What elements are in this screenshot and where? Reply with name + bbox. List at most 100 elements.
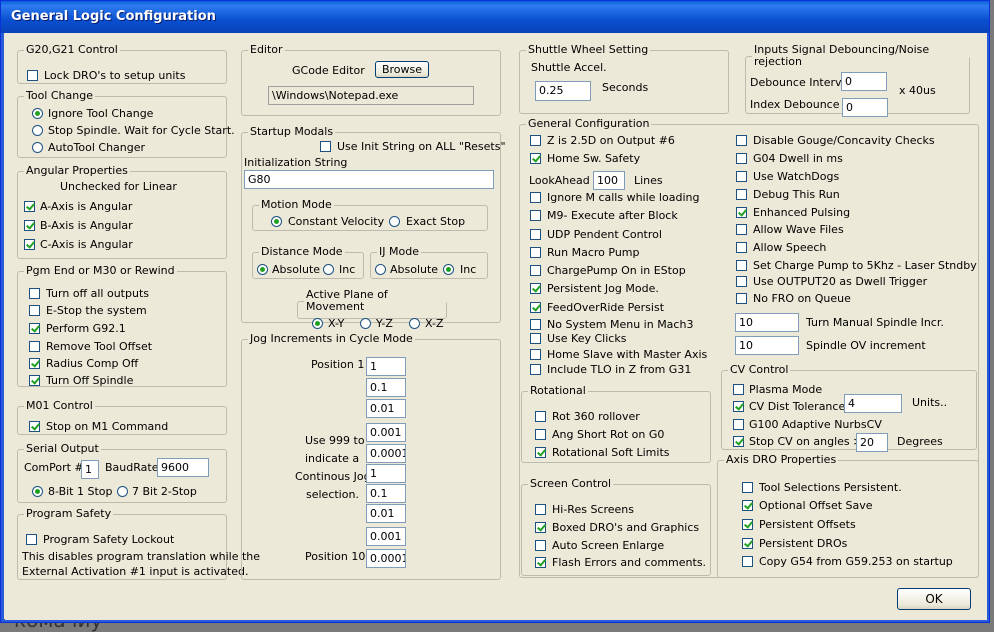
perform-g921-checkbox[interactable]	[29, 323, 40, 334]
turn-off-spindle-checkbox[interactable]	[29, 375, 40, 386]
jog-increment-input-7[interactable]: 0.1	[366, 484, 406, 503]
jog-increments-legend: Jog Increments in Cycle Mode	[250, 332, 413, 345]
output20-dwell-label: Use OUTPUT20 as Dwell Trigger	[753, 275, 928, 288]
debug-run-checkbox[interactable]	[736, 189, 747, 200]
disable-gouge-checkbox[interactable]	[736, 135, 747, 146]
include-tlo-checkbox[interactable]	[530, 364, 541, 375]
turn-manual-spindle-input[interactable]: 10	[735, 313, 799, 332]
radius-comp-off-checkbox[interactable]	[29, 358, 40, 369]
editor-path-field[interactable]: \Windows\Notepad.exe	[268, 86, 474, 105]
m9-execute-checkbox[interactable]	[530, 210, 541, 221]
optional-offset-save-label: Optional Offset Save	[759, 499, 873, 512]
jog-increment-input-6[interactable]: 1	[366, 464, 406, 483]
jog-increment-input-2[interactable]: 0.1	[366, 378, 406, 397]
feedoverride-persist-checkbox[interactable]	[530, 302, 541, 313]
optional-offset-save-checkbox[interactable]	[742, 500, 753, 511]
a-axis-angular-checkbox[interactable]	[24, 201, 35, 212]
stop-cv-angles-checkbox[interactable]	[733, 436, 744, 447]
udp-pendent-checkbox[interactable]	[530, 229, 541, 240]
baudrate-input[interactable]: 9600	[157, 458, 209, 477]
constant-velocity-radio[interactable]	[271, 216, 282, 227]
hires-screens-checkbox[interactable]	[535, 504, 546, 515]
exact-stop-radio[interactable]	[389, 216, 400, 227]
stop-spindle-radio[interactable]	[32, 125, 43, 136]
plane-yz-radio[interactable]	[360, 318, 371, 329]
plasma-mode-checkbox[interactable]	[733, 384, 744, 395]
comport-input[interactable]: 1	[81, 460, 99, 479]
jog-increment-input-3[interactable]: 0.01	[366, 399, 406, 418]
7bit-2stop-radio[interactable]	[117, 486, 128, 497]
jog-increment-input-5[interactable]: 0.0001	[366, 444, 406, 463]
cv-control-group: CV Control Plasma Mode CV Dist Tolerance…	[721, 364, 977, 452]
jog-increment-input-4[interactable]: 0.001	[366, 423, 406, 442]
g100-adaptive-checkbox[interactable]	[733, 419, 744, 430]
ij-absolute-radio[interactable]	[375, 264, 386, 275]
shuttle-accel-input[interactable]: 0.25	[535, 81, 591, 101]
persistent-jog-checkbox[interactable]	[530, 283, 541, 294]
run-macro-pump-label: Run Macro Pump	[547, 246, 640, 259]
g04-dwell-ms-checkbox[interactable]	[736, 153, 747, 164]
flash-errors-checkbox[interactable]	[535, 557, 546, 568]
browse-button[interactable]: Browse	[375, 61, 429, 78]
stop-cv-angles-input[interactable]: 20	[856, 433, 888, 452]
estop-system-checkbox[interactable]	[29, 305, 40, 316]
remove-tool-offset-checkbox[interactable]	[29, 341, 40, 352]
z25-checkbox[interactable]	[530, 135, 541, 146]
safety-lockout-checkbox[interactable]	[26, 534, 37, 545]
distance-absolute-radio[interactable]	[257, 264, 268, 275]
rotational-soft-limits-checkbox[interactable]	[535, 447, 546, 458]
lock-dros-checkbox[interactable]	[27, 70, 38, 81]
output20-dwell-checkbox[interactable]	[736, 276, 747, 287]
tool-selections-persistent-checkbox[interactable]	[742, 482, 753, 493]
boxed-dros-checkbox[interactable]	[535, 522, 546, 533]
shuttle-seconds-label: Seconds	[602, 81, 649, 94]
lookahead-input[interactable]: 100	[593, 171, 625, 190]
auto-screen-enlarge-checkbox[interactable]	[535, 540, 546, 551]
spindle-ov-input[interactable]: 10	[735, 336, 799, 355]
8bit-1stop-radio[interactable]	[32, 486, 43, 497]
enhanced-pulsing-checkbox[interactable]	[736, 207, 747, 218]
jog-increment-input-10[interactable]: 0.0001	[366, 549, 406, 568]
jog-increment-input-8[interactable]: 0.01	[366, 504, 406, 523]
index-debounce-input[interactable]: 0	[842, 98, 888, 117]
autotool-changer-radio[interactable]	[32, 142, 43, 153]
persistent-offsets-checkbox[interactable]	[742, 519, 753, 530]
run-macro-pump-checkbox[interactable]	[530, 247, 541, 258]
distance-inc-radio[interactable]	[323, 264, 334, 275]
ang-short-rot-checkbox[interactable]	[535, 429, 546, 440]
plane-xz-radio[interactable]	[409, 318, 420, 329]
b-axis-angular-checkbox[interactable]	[24, 220, 35, 231]
ij-inc-radio[interactable]	[443, 264, 454, 275]
cv-dist-tolerance-input[interactable]: 4	[844, 394, 902, 413]
rot360-checkbox[interactable]	[535, 411, 546, 422]
home-sw-safety-checkbox[interactable]	[530, 153, 541, 164]
allow-wave-checkbox[interactable]	[736, 224, 747, 235]
stop-on-m1-checkbox[interactable]	[29, 421, 40, 432]
ok-button[interactable]: OK	[897, 588, 971, 610]
active-plane-group: Active Plane of Movement X-Y Y-Z X-Z	[297, 289, 447, 330]
copy-g54-checkbox[interactable]	[742, 556, 753, 567]
turn-off-outputs-checkbox[interactable]	[29, 288, 40, 299]
home-slave-checkbox[interactable]	[530, 349, 541, 360]
title-bar[interactable]: General Logic Configuration	[1, 1, 989, 33]
use-key-clicks-checkbox[interactable]	[530, 333, 541, 344]
persistent-dros-checkbox[interactable]	[742, 538, 753, 549]
charge-pump-5khz-checkbox[interactable]	[736, 260, 747, 271]
no-fro-queue-checkbox[interactable]	[736, 293, 747, 304]
ignore-tool-change-radio[interactable]	[32, 108, 43, 119]
jog-increment-input-1[interactable]: 1	[366, 357, 406, 376]
cv-dist-tolerance-checkbox[interactable]	[733, 401, 744, 412]
init-string-input[interactable]: G80	[244, 170, 494, 189]
debounce-interval-input[interactable]: 0	[841, 72, 887, 91]
lookahead-label: LookAhead	[529, 174, 590, 187]
jog-increment-input-9[interactable]: 0.001	[366, 527, 406, 546]
chargepump-estop-checkbox[interactable]	[530, 265, 541, 276]
plane-xy-radio[interactable]	[312, 318, 323, 329]
allow-speech-checkbox[interactable]	[736, 242, 747, 253]
c-axis-angular-checkbox[interactable]	[24, 239, 35, 250]
ignore-m-calls-checkbox[interactable]	[530, 192, 541, 203]
jog-use999-line1: Use 999 to	[305, 434, 365, 447]
use-watchdogs-checkbox[interactable]	[736, 171, 747, 182]
no-system-menu-checkbox[interactable]	[530, 319, 541, 330]
use-init-string-checkbox[interactable]	[320, 141, 331, 152]
